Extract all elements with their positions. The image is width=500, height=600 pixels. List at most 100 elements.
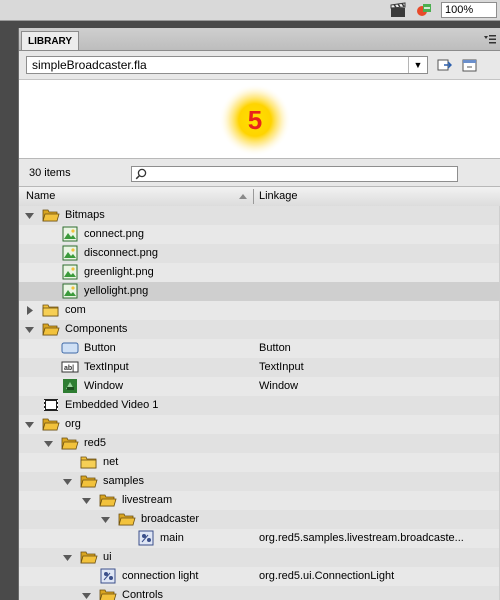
expand-open-triangle-icon[interactable] xyxy=(25,325,34,334)
library-item-name: yellolight.png xyxy=(84,285,149,297)
expand-open-triangle-icon[interactable] xyxy=(63,553,72,562)
preview-badge-text: 5 xyxy=(248,105,262,135)
video-icon xyxy=(42,397,60,413)
search-icon xyxy=(135,168,147,180)
movieclip-icon xyxy=(137,530,155,546)
panel-tab-bar: LIBRARY xyxy=(19,28,500,51)
library-item-name: Bitmaps xyxy=(65,209,105,221)
item-count-bar: 30 items xyxy=(19,159,500,187)
chevron-down-icon[interactable]: ▼ xyxy=(408,57,427,73)
textinput-symbol-icon: ab| xyxy=(61,359,79,375)
library-row[interactable]: red5 xyxy=(19,434,499,453)
library-item-name: livestream xyxy=(122,494,173,506)
library-row[interactable]: Controls xyxy=(19,586,499,600)
folder-closed-icon xyxy=(80,454,98,470)
library-item-linkage: Button xyxy=(259,342,291,354)
folder-open-icon xyxy=(118,511,136,527)
library-item-name: broadcaster xyxy=(141,513,200,525)
expand-closed-triangle-icon[interactable] xyxy=(25,306,34,315)
library-item-list: Bitmaps connect.png disconnect.png greenlig… xyxy=(19,206,500,600)
expand-open-triangle-icon[interactable] xyxy=(25,420,34,429)
button-symbol-icon xyxy=(61,340,79,356)
svg-text:ab|: ab| xyxy=(64,365,74,372)
library-row[interactable]: disconnect.png xyxy=(19,244,499,263)
column-header: Name Linkage xyxy=(19,187,500,207)
library-row[interactable]: main org.red5.samples.livestream.broadcas… xyxy=(19,529,499,548)
bitmap-icon xyxy=(61,283,79,299)
pin-library-icon[interactable] xyxy=(436,57,452,73)
expand-open-triangle-icon[interactable] xyxy=(82,496,91,505)
library-item-name: connect.png xyxy=(84,228,144,240)
library-item-name: net xyxy=(103,456,119,468)
library-row[interactable]: Button Button xyxy=(19,339,499,358)
symbol-preview: 5 xyxy=(19,80,500,159)
library-item-name: org xyxy=(65,418,81,430)
expand-open-triangle-icon[interactable] xyxy=(82,591,91,600)
expand-open-triangle-icon[interactable] xyxy=(25,211,34,220)
library-item-name: Components xyxy=(65,323,128,335)
expand-open-triangle-icon[interactable] xyxy=(44,439,53,448)
folder-open-icon xyxy=(80,473,98,489)
column-linkage-header[interactable]: Linkage xyxy=(259,190,298,202)
library-item-linkage: org.red5.ui.ConnectionLight xyxy=(259,570,395,582)
library-row[interactable]: Bitmaps xyxy=(19,206,499,225)
document-selector-bar: simpleBroadcaster.fla ▼ xyxy=(19,51,500,80)
new-library-panel-icon[interactable] xyxy=(462,57,478,73)
library-item-name: Button xyxy=(84,342,116,354)
library-item-name: red5 xyxy=(84,437,107,449)
library-row[interactable]: net xyxy=(19,453,499,472)
library-row[interactable]: ab| TextInput TextInput xyxy=(19,358,499,377)
column-divider[interactable] xyxy=(253,189,254,204)
library-row[interactable]: connection light org.red5.ui.ConnectionLi… xyxy=(19,567,499,586)
library-row[interactable]: Window Window xyxy=(19,377,499,396)
library-item-name: disconnect.png xyxy=(84,247,158,259)
bitmap-icon xyxy=(61,226,79,242)
library-item-name: com xyxy=(65,304,86,316)
library-row[interactable]: connect.png xyxy=(19,225,499,244)
library-row[interactable]: broadcaster xyxy=(19,510,499,529)
library-row[interactable]: samples xyxy=(19,472,499,491)
edit-symbols-icon[interactable] xyxy=(416,2,432,18)
library-row[interactable]: org xyxy=(19,415,499,434)
library-item-linkage: org.red5.samples.livestream.broadcaste..… xyxy=(259,532,464,544)
folder-open-icon xyxy=(42,207,60,223)
component-icon xyxy=(61,378,79,394)
tab-library[interactable]: LIBRARY xyxy=(21,31,80,50)
library-item-name: greenlight.png xyxy=(84,266,154,278)
library-search-input[interactable] xyxy=(131,166,458,182)
library-item-name: Controls xyxy=(122,589,163,600)
library-row[interactable]: greenlight.png xyxy=(19,263,499,282)
panel-options-menu-icon[interactable] xyxy=(483,33,497,45)
expand-open-triangle-icon[interactable] xyxy=(101,515,110,524)
library-row[interactable]: Components xyxy=(19,320,499,339)
library-row[interactable]: Embedded Video 1 xyxy=(19,396,499,415)
folder-closed-icon xyxy=(42,302,60,318)
zoom-field[interactable]: 100% xyxy=(441,2,497,18)
library-item-name: ui xyxy=(103,551,112,563)
items-count: 30 items xyxy=(29,167,71,179)
scene-clapper-icon[interactable] xyxy=(390,2,406,18)
library-item-name: Embedded Video 1 xyxy=(65,399,159,411)
folder-open-icon xyxy=(61,435,79,451)
library-item-name: connection light xyxy=(122,570,199,582)
preview-image: 5 xyxy=(219,84,291,156)
library-row[interactable]: yellolight.png xyxy=(19,282,499,301)
library-row[interactable]: livestream xyxy=(19,491,499,510)
library-row[interactable]: com xyxy=(19,301,499,320)
library-panel: LIBRARY simpleBroadcaster.fla ▼ 5 30 ite… xyxy=(18,28,500,600)
folder-open-icon xyxy=(42,416,60,432)
document-dropdown[interactable]: simpleBroadcaster.fla ▼ xyxy=(26,56,428,74)
library-item-name: Window xyxy=(84,380,124,392)
library-item-name: main xyxy=(160,532,184,544)
library-item-name: samples xyxy=(103,475,144,487)
column-name-header[interactable]: Name xyxy=(26,190,55,202)
movieclip-icon xyxy=(99,568,117,584)
sort-ascending-icon[interactable] xyxy=(238,193,248,200)
expand-open-triangle-icon[interactable] xyxy=(63,477,72,486)
bitmap-icon xyxy=(61,245,79,261)
library-row[interactable]: ui xyxy=(19,548,499,567)
library-item-linkage: TextInput xyxy=(259,361,304,373)
folder-open-icon xyxy=(42,321,60,337)
library-item-name: TextInput xyxy=(84,361,129,373)
bitmap-icon xyxy=(61,264,79,280)
